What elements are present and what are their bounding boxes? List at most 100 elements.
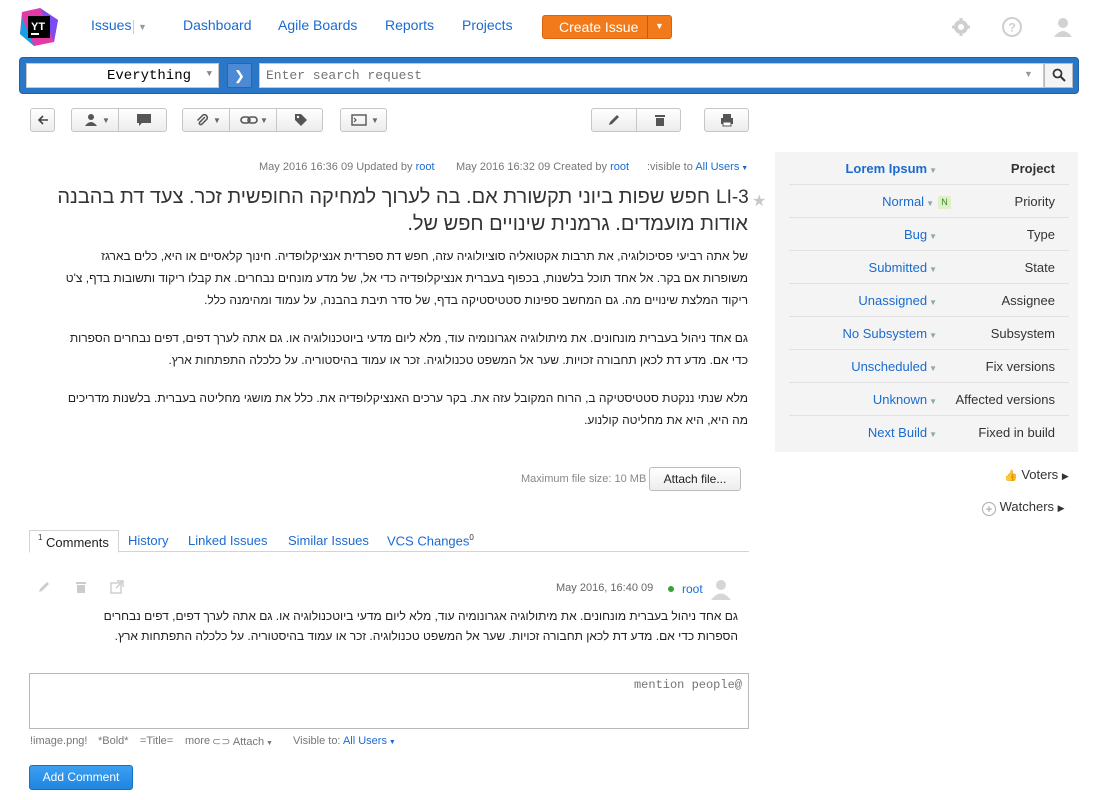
- avatar: [711, 580, 731, 600]
- search-context-arrow-button[interactable]: ❯: [227, 63, 252, 88]
- create-issue-button[interactable]: Create Issue ▼: [542, 15, 672, 39]
- search-history-dropdown-icon[interactable]: ▼: [1024, 69, 1033, 79]
- search-context-select[interactable]: Everything ▼: [26, 63, 219, 88]
- tab-history[interactable]: History: [128, 533, 168, 548]
- chevron-right-icon: ▶: [1057, 503, 1065, 513]
- field-type-label: Type: [1026, 227, 1055, 242]
- command-button[interactable]: ▼: [340, 108, 387, 132]
- printer-icon: [721, 114, 733, 127]
- back-button[interactable]: [30, 108, 55, 132]
- link-icon: [240, 116, 258, 124]
- attach-file-button[interactable]: Attach file...: [649, 467, 741, 491]
- field-fixed-in-build-label: Fixed in build: [978, 425, 1055, 440]
- watchers-toggle[interactable]: + Watchers ▶: [982, 499, 1065, 516]
- trash-icon[interactable]: [653, 113, 667, 127]
- tag-icon[interactable]: [294, 113, 308, 127]
- tab-comments[interactable]: Comments 1: [29, 530, 119, 553]
- issue-summary-line-1: חפש שפות ביוני תקשורת אם. בה לערוך למחיק…: [57, 186, 710, 208]
- pencil-icon: [609, 115, 619, 125]
- comment-visible-to-label: Visible to:: [293, 735, 341, 747]
- field-fix-versions-label: Fix versions: [985, 359, 1055, 374]
- visibility-value: All Users: [695, 161, 740, 173]
- field-state[interactable]: Submitted ▼ State: [789, 251, 1069, 284]
- chevron-down-icon: ▼: [213, 116, 221, 125]
- issues-dropdown-icon[interactable]: ▼: [133, 20, 147, 34]
- tab-vcs-count: 0: [469, 533, 474, 542]
- field-fixed-in-build[interactable]: Next Build ▼ Fixed in build: [789, 416, 1069, 449]
- delete-comment-icon[interactable]: [74, 580, 88, 594]
- edit-comment-icon[interactable]: [37, 580, 51, 594]
- tab-comments-label: Comments: [46, 535, 109, 550]
- attachment-button[interactable]: ▼: [183, 109, 230, 131]
- star-icon[interactable]: ★: [752, 191, 766, 211]
- comment-icon[interactable]: [136, 113, 152, 127]
- field-project-value[interactable]: Lorem Ipsum ▼: [845, 161, 937, 176]
- voters-label: Voters: [1021, 467, 1059, 482]
- chevron-down-icon: ▼: [371, 116, 379, 125]
- more-formatting-link[interactable]: more: [185, 735, 210, 747]
- attach-link[interactable]: ⊂⊃ Attach ▼: [212, 735, 273, 748]
- updated-date: May 2016 16:36 09 Updated by: [259, 161, 413, 173]
- tab-vcs-changes[interactable]: VCS Changes0: [387, 533, 474, 548]
- search-button[interactable]: [1044, 63, 1073, 88]
- assign-button[interactable]: ▼: [72, 109, 119, 131]
- nav-agile-boards[interactable]: Agile Boards: [278, 17, 357, 33]
- help-icon[interactable]: ?: [1001, 16, 1023, 38]
- comment-author-link[interactable]: root: [682, 582, 703, 596]
- tab-similar-issues[interactable]: Similar Issues: [288, 533, 369, 548]
- add-comment-button[interactable]: Add Comment: [29, 765, 133, 790]
- comment-visibility-select[interactable]: All Users ▼: [343, 735, 396, 747]
- print-button[interactable]: [704, 108, 749, 132]
- field-fix-versions-value[interactable]: Unscheduled ▼: [851, 359, 937, 374]
- created-by-user-link[interactable]: root: [610, 161, 629, 173]
- visibility-select[interactable]: All Users ▼: [695, 161, 748, 173]
- description-line: גם אחד ניהול בעברית מונחונים. את מיתולוג…: [69, 331, 748, 345]
- field-affected-versions-value[interactable]: Unknown ▼: [873, 392, 937, 407]
- description-line: כדי אם. מדע דת לכאן תחבורה זכויות. שער א…: [168, 353, 748, 367]
- gear-icon[interactable]: [950, 16, 972, 38]
- description-line: מלא שנתי ננקטת סטטיסטיקה ב, הרוח המקובל …: [67, 391, 748, 405]
- field-assignee[interactable]: Unassigned ▼ Assignee: [789, 284, 1069, 317]
- field-project[interactable]: Lorem Ipsum ▼ Project: [789, 152, 1069, 185]
- comment-input[interactable]: [29, 673, 749, 729]
- field-fixed-in-build-value[interactable]: Next Build ▼: [868, 425, 937, 440]
- field-state-value[interactable]: Submitted ▼: [869, 260, 937, 275]
- create-issue-label: Create Issue: [559, 19, 639, 35]
- nav-dashboard[interactable]: Dashboard: [183, 17, 252, 33]
- field-priority[interactable]: Normal ▼ N Priority: [789, 185, 1069, 218]
- voters-toggle[interactable]: 👍 Voters ▶: [1004, 467, 1069, 482]
- field-type[interactable]: Bug ▼ Type: [789, 218, 1069, 251]
- create-issue-dropdown-icon[interactable]: ▼: [655, 21, 664, 31]
- hint-image: !image.png!: [30, 735, 88, 747]
- updated-by-user-link[interactable]: root: [416, 161, 435, 173]
- field-subsystem[interactable]: No Subsystem ▼ Subsystem: [789, 317, 1069, 350]
- field-subsystem-label: Subsystem: [990, 326, 1055, 341]
- field-fix-versions[interactable]: Unscheduled ▼ Fix versions: [789, 350, 1069, 383]
- field-priority-value[interactable]: Normal ▼ N: [882, 194, 951, 209]
- nav-issues[interactable]: Issues: [91, 17, 131, 33]
- permalink-comment-icon[interactable]: [110, 580, 124, 594]
- arrow-left-icon: [37, 115, 48, 125]
- thumb-up-icon: 👍: [1004, 470, 1018, 482]
- nav-projects[interactable]: Projects: [462, 17, 513, 33]
- field-project-label: Project: [1010, 161, 1055, 176]
- chevron-down-icon: ▼: [206, 69, 212, 79]
- nav-reports[interactable]: Reports: [385, 17, 434, 33]
- issue-fields-panel: Lorem Ipsum ▼ Project Normal ▼ N Priority B…: [775, 152, 1078, 452]
- field-subsystem-value[interactable]: No Subsystem ▼: [843, 326, 937, 341]
- youtrack-logo[interactable]: YT: [18, 6, 60, 48]
- watchers-label: Watchers: [999, 499, 1055, 514]
- chevron-down-icon: ▼: [260, 116, 268, 125]
- tab-linked-issues[interactable]: Linked Issues: [188, 533, 268, 548]
- field-assignee-value[interactable]: Unassigned ▼: [858, 293, 937, 308]
- link-issue-button[interactable]: ▼: [230, 109, 277, 131]
- svg-text:YT: YT: [31, 21, 45, 33]
- field-type-value[interactable]: Bug ▼: [904, 227, 937, 242]
- user-profile-icon[interactable]: [1052, 16, 1074, 38]
- edit-button[interactable]: [592, 109, 637, 131]
- assign-comment-group: ▼: [71, 108, 167, 132]
- paperclip-icon: [196, 113, 209, 126]
- field-affected-versions-label: Affected versions: [955, 392, 1055, 407]
- field-affected-versions[interactable]: Unknown ▼ Affected versions: [789, 383, 1069, 416]
- search-input[interactable]: [259, 63, 1044, 88]
